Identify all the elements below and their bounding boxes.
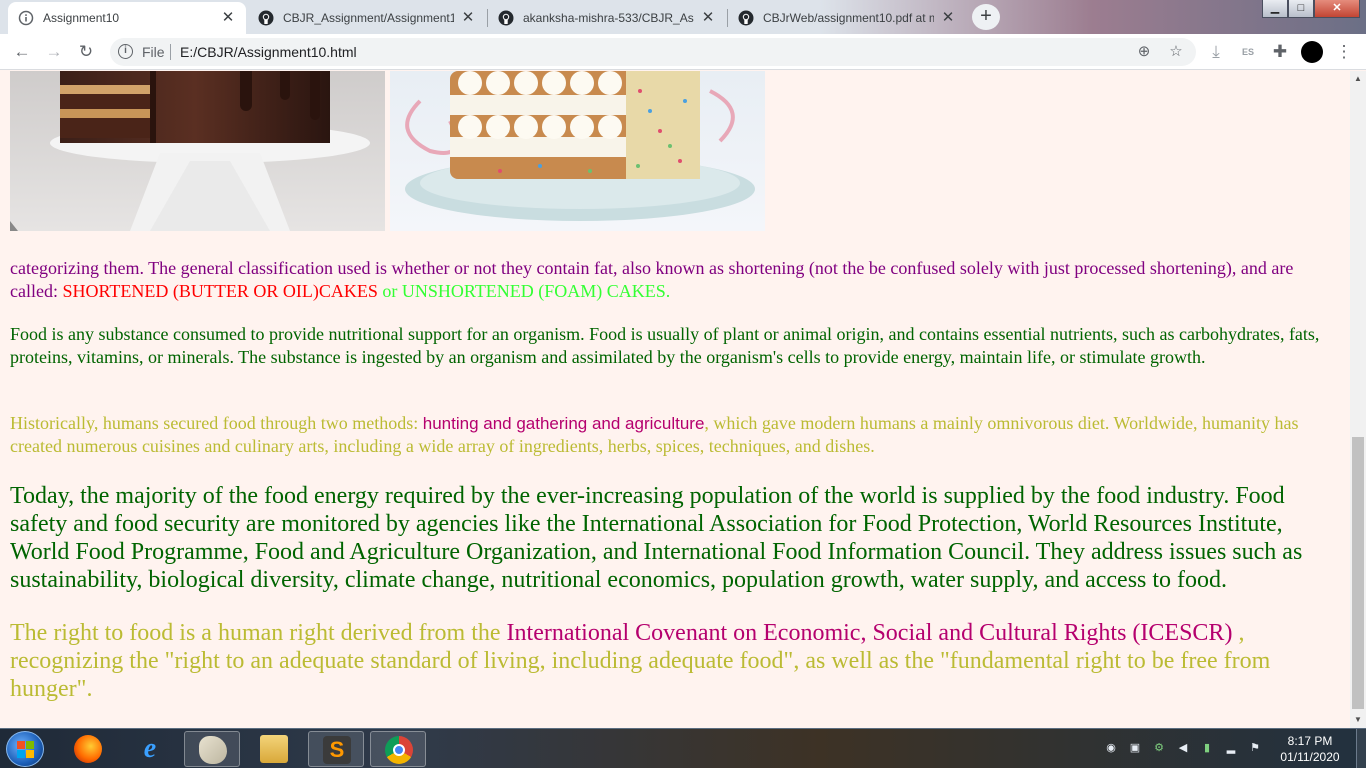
- tab-cbjrweb-pdf[interactable]: CBJrWeb/assignment10.pdf at m ✕: [728, 2, 966, 34]
- internet-explorer-taskbar-button[interactable]: e: [122, 731, 178, 767]
- system-clock[interactable]: 8:17 PM 01/11/2020: [1272, 733, 1348, 765]
- reload-button[interactable]: ↻: [74, 40, 98, 64]
- chrome-icon: [385, 736, 413, 764]
- url-text[interactable]: E:/CBJR/Assignment10.html: [180, 44, 357, 60]
- network-adapter-tray-icon[interactable]: ▣: [1128, 741, 1142, 755]
- bookmark-star-icon[interactable]: ☆: [1166, 42, 1186, 62]
- maximize-button[interactable]: □: [1288, 0, 1314, 18]
- action-center-flag-icon[interactable]: ⚑: [1248, 741, 1262, 755]
- signal-icon[interactable]: ▂: [1224, 741, 1238, 755]
- profile-avatar[interactable]: [1301, 41, 1323, 63]
- forward-button[interactable]: →: [42, 40, 66, 64]
- windows-taskbar: e S ◉ ▣ ⚙ ◀ ▮ ▂ ⚑ 8:17 PM 01/11/2020: [0, 728, 1366, 768]
- scroll-down-arrow-icon[interactable]: ▼: [1350, 712, 1366, 728]
- tab-assignment10[interactable]: Assignment10 ✕: [8, 2, 246, 34]
- food-history-text: Historically, humans secured food throug…: [10, 413, 423, 433]
- github-icon: [738, 10, 754, 26]
- right-to-food-text: The right to food is a human right deriv…: [10, 620, 507, 646]
- unshortened-cakes-text: or UNSHORTENED (FOAM) CAKES.: [377, 281, 671, 301]
- paint-icon: [199, 736, 227, 764]
- browser-toolbar: ← → ↻ i File E:/CBJR/Assignment10.html ⊕…: [0, 34, 1366, 70]
- url-divider: [170, 44, 171, 60]
- shortened-cakes-text: SHORTENED (BUTTER OR OIL)CAKES: [62, 281, 378, 301]
- icescr-text: International Covenant on Economic, Soci…: [506, 620, 1233, 646]
- zoom-icon[interactable]: ⊕: [1134, 42, 1154, 62]
- sublime-text-icon: S: [323, 736, 351, 764]
- chrome-taskbar-button[interactable]: [370, 731, 426, 767]
- clock-time: 8:17 PM: [1287, 734, 1333, 748]
- paint-taskbar-button[interactable]: [184, 731, 240, 767]
- scrollbar-thumb[interactable]: [1352, 437, 1364, 709]
- file-explorer-icon: [260, 735, 288, 763]
- food-industry-paragraph: Today, the majority of the food energy r…: [10, 483, 1303, 593]
- cake-classification-paragraph: categorizing them. The general classific…: [10, 257, 1340, 303]
- tab-close-icon[interactable]: ✕: [220, 10, 236, 26]
- internet-explorer-icon: e: [143, 733, 157, 764]
- right-to-food-paragraph: The right to food is a human right deriv…: [10, 619, 1340, 703]
- tab-title: akanksha-mishra-533/CBJR_Assig: [523, 11, 694, 25]
- github-icon: [258, 10, 274, 26]
- tab-title: CBJR_Assignment/Assignment10: [283, 11, 454, 25]
- page-icon: [18, 10, 34, 26]
- tab-strip: Assignment10 ✕ CBJR_Assignment/Assignmen…: [0, 0, 1366, 34]
- page-viewport: categorizing them. The general classific…: [0, 71, 1350, 728]
- site-info-icon[interactable]: i: [118, 44, 133, 59]
- new-tab-button[interactable]: +: [972, 4, 1000, 30]
- tab-title: CBJrWeb/assignment10.pdf at m: [763, 11, 934, 25]
- chrome-tray-icon[interactable]: ◉: [1104, 741, 1118, 755]
- firefox-icon: [74, 735, 102, 763]
- food-definition-paragraph: Food is any substance consumed to provid…: [10, 324, 1320, 367]
- food-history-paragraph: Historically, humans secured food throug…: [10, 412, 1340, 458]
- show-desktop-button[interactable]: [1356, 729, 1366, 768]
- page-scrollbar[interactable]: ▲ ▼: [1350, 71, 1366, 728]
- chocolate-cake-image: [10, 71, 385, 231]
- security-tray-icon[interactable]: ⚙: [1152, 741, 1166, 755]
- hunting-agriculture-text: hunting and gathering and agriculture: [422, 414, 705, 433]
- scroll-up-arrow-icon[interactable]: ▲: [1350, 71, 1366, 87]
- window-close-button[interactable]: ✕: [1314, 0, 1360, 18]
- tab-cbjr-assignment[interactable]: CBJR_Assignment/Assignment10 ✕: [248, 2, 486, 34]
- extension-es-icon[interactable]: ES: [1236, 40, 1260, 64]
- extension-acrobat-icon[interactable]: ⤓: [1204, 40, 1228, 64]
- tab-close-icon[interactable]: ✕: [940, 10, 956, 26]
- sublime-text-taskbar-button[interactable]: S: [308, 731, 364, 767]
- volume-icon[interactable]: ◀: [1176, 741, 1190, 755]
- power-icon[interactable]: ▮: [1200, 741, 1214, 755]
- address-bar[interactable]: i File E:/CBJR/Assignment10.html ⊕ ☆: [110, 38, 1196, 66]
- back-button[interactable]: ←: [10, 40, 34, 64]
- tab-close-icon[interactable]: ✕: [700, 10, 716, 26]
- github-icon: [498, 10, 514, 26]
- minimize-button[interactable]: ▁: [1262, 0, 1288, 18]
- clock-date: 01/11/2020: [1280, 750, 1340, 764]
- extensions-puzzle-icon[interactable]: ✚: [1268, 40, 1292, 64]
- browser-menu-icon[interactable]: ⋮: [1332, 40, 1356, 64]
- funfetti-cake-image: [390, 71, 765, 231]
- url-scheme-label: File: [142, 44, 165, 60]
- firefox-taskbar-button[interactable]: [60, 731, 116, 767]
- tab-title: Assignment10: [43, 11, 120, 25]
- start-button[interactable]: [6, 731, 44, 767]
- file-explorer-taskbar-button[interactable]: [246, 731, 302, 767]
- tab-akanksha-repo[interactable]: akanksha-mishra-533/CBJR_Assig ✕: [488, 2, 726, 34]
- tab-close-icon[interactable]: ✕: [460, 10, 476, 26]
